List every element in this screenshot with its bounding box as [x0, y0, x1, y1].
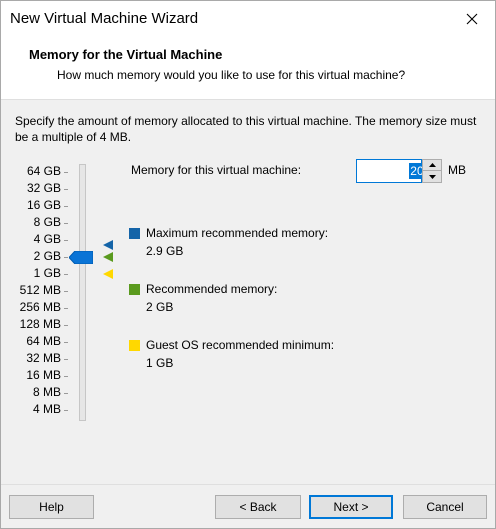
scale-label: 32 MB	[26, 351, 61, 365]
wizard-window: New Virtual Machine Wizard Memory for th…	[0, 0, 496, 529]
memory-spinbox: 2048	[356, 159, 442, 183]
scale-label: 128 MB	[19, 317, 61, 331]
memory-label: Memory for this virtual machine:	[131, 163, 302, 177]
memory-slider-thumb[interactable]	[69, 251, 93, 264]
memory-slider-track[interactable]	[79, 164, 86, 421]
increment-button[interactable]	[423, 160, 441, 171]
scale-label: 4 GB	[33, 232, 61, 246]
scale-label: 16 MB	[26, 368, 61, 382]
recommended-value: 2 GB	[146, 300, 174, 314]
memory-input[interactable]	[356, 159, 422, 183]
title-bar: New Virtual Machine Wizard	[1, 1, 495, 37]
close-button[interactable]	[449, 1, 495, 37]
decrement-button[interactable]	[423, 171, 441, 182]
close-icon	[466, 13, 478, 25]
scale-label: 512 MB	[19, 283, 61, 297]
footer-divider	[1, 484, 495, 485]
max-recommended-value: 2.9 GB	[146, 244, 184, 258]
recommended-label: Recommended memory:	[146, 282, 278, 296]
memory-spin-buttons	[422, 159, 442, 183]
scale-tick	[64, 274, 68, 275]
scale-tick	[64, 240, 68, 241]
scale-tick	[64, 172, 68, 173]
guest-min-value: 1 GB	[146, 356, 174, 370]
guest-min-marker-icon	[103, 269, 113, 279]
scale-tick	[64, 325, 68, 326]
max-recommended-swatch-icon	[129, 228, 140, 239]
scale-tick	[64, 393, 68, 394]
scale-tick	[64, 206, 68, 207]
scale-tick	[64, 359, 68, 360]
back-button[interactable]: < Back	[215, 495, 301, 519]
memory-unit: MB	[448, 163, 466, 177]
scale-tick	[64, 308, 68, 309]
scale-label: 1 GB	[33, 266, 61, 280]
scale-label: 8 MB	[32, 385, 61, 399]
description-text: Specify the amount of memory allocated t…	[15, 114, 477, 144]
chevron-down-icon	[428, 174, 436, 179]
scale-tick	[64, 342, 68, 343]
scale-label: 2 GB	[33, 249, 61, 263]
next-button[interactable]: Next >	[309, 495, 393, 519]
help-button[interactable]: Help	[9, 495, 94, 519]
chevron-up-icon	[428, 163, 436, 167]
recommended-marker-icon	[103, 252, 113, 262]
page-title: Memory for the Virtual Machine	[29, 47, 223, 62]
scale-tick	[64, 223, 68, 224]
guest-min-label: Guest OS recommended minimum:	[146, 338, 335, 352]
scale-tick	[64, 376, 68, 377]
scale-tick	[64, 291, 68, 292]
scale-tick	[64, 410, 68, 411]
scale-label: 64 GB	[26, 164, 61, 178]
page-subtitle: How much memory would you like to use fo…	[57, 68, 406, 82]
scale-tick	[64, 257, 68, 258]
scale-label: 32 GB	[26, 181, 61, 195]
guest-min-swatch-icon	[129, 340, 140, 351]
recommended-swatch-icon	[129, 284, 140, 295]
max-recommended-label: Maximum recommended memory:	[146, 226, 329, 240]
page-header: Memory for the Virtual Machine How much …	[1, 37, 495, 100]
max-recommended-marker-icon	[103, 240, 113, 250]
scale-label: 64 MB	[26, 334, 61, 348]
cancel-button[interactable]: Cancel	[403, 495, 487, 519]
scale-label: 16 GB	[26, 198, 61, 212]
window-title: New Virtual Machine Wizard	[10, 10, 199, 27]
scale-label: 8 GB	[33, 215, 61, 229]
scale-label: 4 MB	[32, 402, 61, 416]
scale-tick	[64, 189, 68, 190]
scale-label: 256 MB	[19, 300, 61, 314]
